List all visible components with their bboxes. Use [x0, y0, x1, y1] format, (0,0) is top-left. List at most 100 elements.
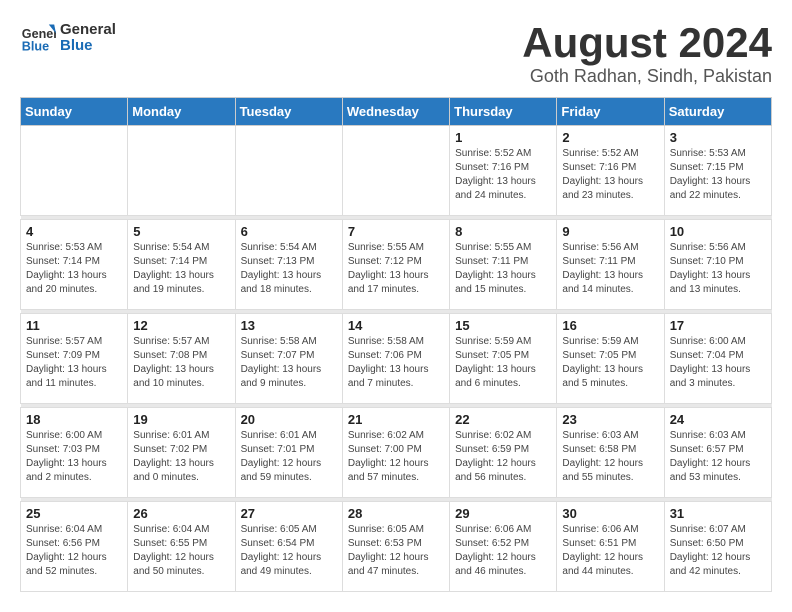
header-day: Friday — [557, 98, 664, 126]
svg-text:Blue: Blue — [22, 40, 49, 54]
day-info: Sunrise: 5:57 AMSunset: 7:09 PMDaylight:… — [26, 335, 122, 391]
day-number: 4 — [26, 224, 122, 239]
day-number: 6 — [241, 224, 337, 239]
calendar-cell: 5 Sunrise: 5:54 AMSunset: 7:14 PMDaylight… — [128, 220, 235, 310]
day-info: Sunrise: 5:57 AMSunset: 7:08 PMDaylight:… — [133, 335, 229, 391]
day-number: 14 — [348, 318, 444, 333]
calendar-cell: 11 Sunrise: 5:57 AMSunset: 7:09 PMDayligh… — [21, 314, 128, 404]
location: Goth Radhan, Sindh, Pakistan — [522, 66, 772, 87]
calendar-cell: 1 Sunrise: 5:52 AMSunset: 7:16 PMDaylight… — [450, 126, 557, 216]
day-number: 13 — [241, 318, 337, 333]
calendar-cell — [235, 126, 342, 216]
title-block: August 2024 Goth Radhan, Sindh, Pakistan — [522, 20, 772, 87]
day-number: 15 — [455, 318, 551, 333]
day-number: 21 — [348, 412, 444, 427]
day-number: 19 — [133, 412, 229, 427]
day-info: Sunrise: 6:06 AMSunset: 6:51 PMDaylight:… — [562, 523, 658, 579]
calendar-cell — [128, 126, 235, 216]
day-info: Sunrise: 6:05 AMSunset: 6:53 PMDaylight:… — [348, 523, 444, 579]
day-info: Sunrise: 5:55 AMSunset: 7:11 PMDaylight:… — [455, 241, 551, 297]
day-number: 17 — [670, 318, 766, 333]
day-info: Sunrise: 5:58 AMSunset: 7:07 PMDaylight:… — [241, 335, 337, 391]
calendar-cell: 4Sunrise: 5:53 AMSunset: 7:14 PMDaylight… — [21, 220, 128, 310]
day-info: Sunrise: 6:02 AMSunset: 6:59 PMDaylight:… — [455, 429, 551, 485]
day-info: Sunrise: 5:59 AMSunset: 7:05 PMDaylight:… — [455, 335, 551, 391]
day-info: Sunrise: 6:03 AMSunset: 6:57 PMDaylight:… — [670, 429, 766, 485]
day-info: Sunrise: 6:07 AMSunset: 6:50 PMDaylight:… — [670, 523, 766, 579]
day-info: Sunrise: 6:00 AMSunset: 7:03 PMDaylight:… — [26, 429, 122, 485]
day-number: 3 — [670, 130, 766, 145]
day-info: Sunrise: 6:04 AMSunset: 6:56 PMDaylight:… — [26, 523, 122, 579]
calendar-cell: 3Sunrise: 5:53 AMSunset: 7:15 PMDaylight… — [664, 126, 771, 216]
header-day: Wednesday — [342, 98, 449, 126]
page-header: General Blue General Blue August 2024 Go… — [20, 20, 772, 87]
day-info: Sunrise: 6:01 AMSunset: 7:02 PMDaylight:… — [133, 429, 229, 485]
week-row: 25 Sunrise: 6:04 AMSunset: 6:56 PMDayligh… — [21, 502, 772, 592]
day-number: 16 — [562, 318, 658, 333]
calendar-cell: 6Sunrise: 5:54 AMSunset: 7:13 PMDaylight… — [235, 220, 342, 310]
day-number: 11 — [26, 318, 122, 333]
calendar-cell: 23Sunrise: 6:03 AMSunset: 6:58 PMDayligh… — [557, 408, 664, 498]
day-info: Sunrise: 5:59 AMSunset: 7:05 PMDaylight:… — [562, 335, 658, 391]
logo-blue: Blue — [60, 38, 116, 55]
day-info: Sunrise: 5:58 AMSunset: 7:06 PMDaylight:… — [348, 335, 444, 391]
day-info: Sunrise: 6:01 AMSunset: 7:01 PMDaylight:… — [241, 429, 337, 485]
logo: General Blue General Blue — [20, 20, 116, 56]
calendar-cell — [342, 126, 449, 216]
calendar-cell: 17 Sunrise: 6:00 AMSunset: 7:04 PMDayligh… — [664, 314, 771, 404]
day-info: Sunrise: 6:05 AMSunset: 6:54 PMDaylight:… — [241, 523, 337, 579]
calendar-cell: 29Sunrise: 6:06 AMSunset: 6:52 PMDayligh… — [450, 502, 557, 592]
calendar-cell: 16 Sunrise: 5:59 AMSunset: 7:05 PMDayligh… — [557, 314, 664, 404]
calendar-table: SundayMondayTuesdayWednesdayThursdayFrid… — [20, 97, 772, 592]
day-number: 2 — [562, 130, 658, 145]
header-day: Monday — [128, 98, 235, 126]
calendar-cell: 8 Sunrise: 5:55 AMSunset: 7:11 PMDaylight… — [450, 220, 557, 310]
header-day: Tuesday — [235, 98, 342, 126]
week-row: 11 Sunrise: 5:57 AMSunset: 7:09 PMDayligh… — [21, 314, 772, 404]
day-number: 23 — [562, 412, 658, 427]
day-number: 7 — [348, 224, 444, 239]
calendar-cell: 28Sunrise: 6:05 AMSunset: 6:53 PMDayligh… — [342, 502, 449, 592]
day-number: 9 — [562, 224, 658, 239]
calendar-cell: 13 Sunrise: 5:58 AMSunset: 7:07 PMDayligh… — [235, 314, 342, 404]
day-info: Sunrise: 5:52 AMSunset: 7:16 PMDaylight:… — [562, 147, 658, 203]
week-row: 4Sunrise: 5:53 AMSunset: 7:14 PMDaylight… — [21, 220, 772, 310]
calendar-cell: 19 Sunrise: 6:01 AMSunset: 7:02 PMDayligh… — [128, 408, 235, 498]
day-info: Sunrise: 5:52 AMSunset: 7:16 PMDaylight:… — [455, 147, 551, 203]
calendar-cell: 10 Sunrise: 5:56 AMSunset: 7:10 PMDayligh… — [664, 220, 771, 310]
day-number: 22 — [455, 412, 551, 427]
day-number: 26 — [133, 506, 229, 521]
day-number: 10 — [670, 224, 766, 239]
calendar-cell: 21Sunrise: 6:02 AMSunset: 7:00 PMDayligh… — [342, 408, 449, 498]
calendar-cell: 9Sunrise: 5:56 AMSunset: 7:11 PMDaylight… — [557, 220, 664, 310]
calendar-cell: 18 Sunrise: 6:00 AMSunset: 7:03 PMDayligh… — [21, 408, 128, 498]
day-info: Sunrise: 6:00 AMSunset: 7:04 PMDaylight:… — [670, 335, 766, 391]
day-info: Sunrise: 5:56 AMSunset: 7:10 PMDaylight:… — [670, 241, 766, 297]
day-number: 5 — [133, 224, 229, 239]
logo-icon: General Blue — [20, 20, 56, 56]
header-day: Thursday — [450, 98, 557, 126]
day-number: 25 — [26, 506, 122, 521]
day-number: 1 — [455, 130, 551, 145]
month-title: August 2024 — [522, 20, 772, 66]
day-info: Sunrise: 5:55 AMSunset: 7:12 PMDaylight:… — [348, 241, 444, 297]
day-number: 8 — [455, 224, 551, 239]
header-row: SundayMondayTuesdayWednesdayThursdayFrid… — [21, 98, 772, 126]
day-number: 31 — [670, 506, 766, 521]
day-number: 27 — [241, 506, 337, 521]
calendar-cell: 27 Sunrise: 6:05 AMSunset: 6:54 PMDayligh… — [235, 502, 342, 592]
day-info: Sunrise: 5:54 AMSunset: 7:14 PMDaylight:… — [133, 241, 229, 297]
day-number: 30 — [562, 506, 658, 521]
day-number: 24 — [670, 412, 766, 427]
calendar-cell: 25 Sunrise: 6:04 AMSunset: 6:56 PMDayligh… — [21, 502, 128, 592]
header-day: Sunday — [21, 98, 128, 126]
calendar-cell: 26 Sunrise: 6:04 AMSunset: 6:55 PMDayligh… — [128, 502, 235, 592]
day-number: 12 — [133, 318, 229, 333]
day-info: Sunrise: 6:06 AMSunset: 6:52 PMDaylight:… — [455, 523, 551, 579]
day-number: 18 — [26, 412, 122, 427]
day-info: Sunrise: 6:04 AMSunset: 6:55 PMDaylight:… — [133, 523, 229, 579]
calendar-cell — [21, 126, 128, 216]
calendar-cell: 24 Sunrise: 6:03 AMSunset: 6:57 PMDayligh… — [664, 408, 771, 498]
week-row: 18 Sunrise: 6:00 AMSunset: 7:03 PMDayligh… — [21, 408, 772, 498]
calendar-cell: 2 Sunrise: 5:52 AMSunset: 7:16 PMDaylight… — [557, 126, 664, 216]
